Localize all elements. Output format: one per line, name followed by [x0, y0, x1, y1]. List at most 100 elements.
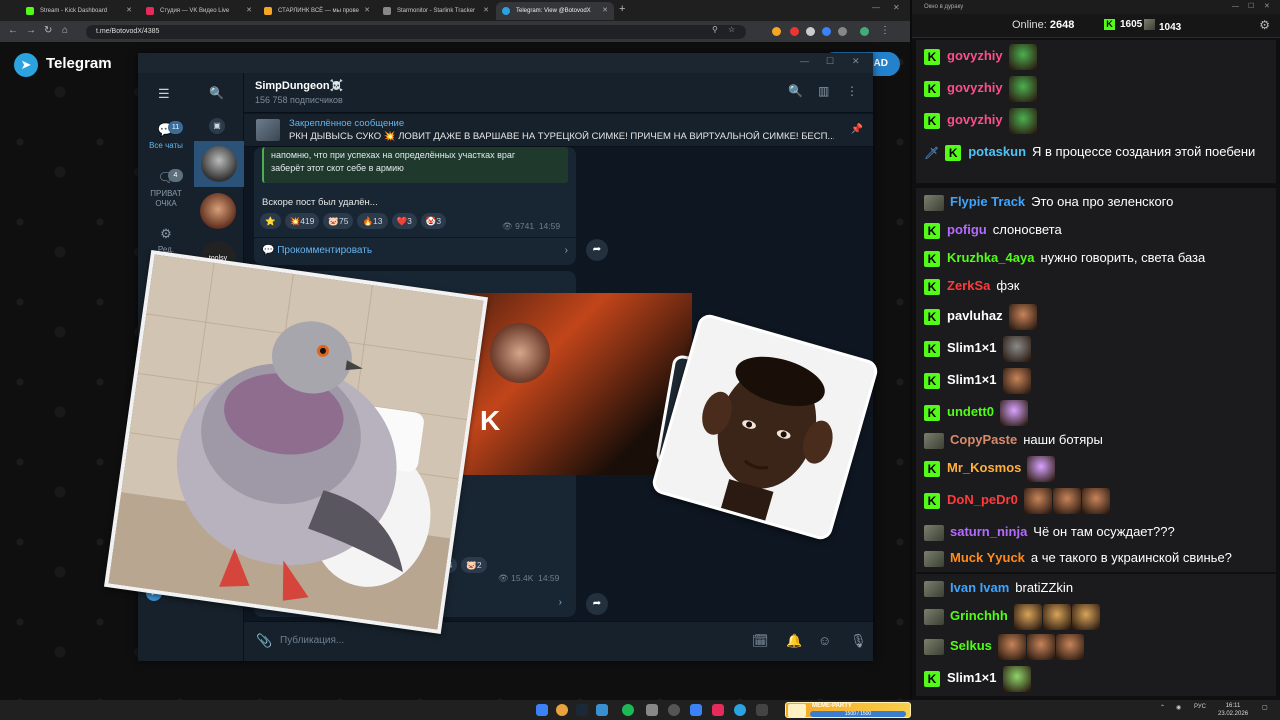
share-button[interactable]: ➦ — [586, 239, 608, 261]
chat-username[interactable]: Slim1×1 — [947, 372, 997, 387]
message-input[interactable]: Публикация... — [280, 635, 344, 646]
chat-username[interactable]: govyzhiy — [947, 112, 1003, 127]
close-icon[interactable]: ✕ — [126, 2, 132, 20]
dialog-simpdungeon[interactable] — [194, 141, 244, 187]
sidebar-toggle-icon[interactable]: ▥ — [818, 84, 829, 98]
browser-menu-icon[interactable]: ⋮ — [880, 25, 890, 36]
close-icon[interactable]: ✕ — [483, 2, 489, 20]
chat-username[interactable]: Mr_Kosmos — [947, 460, 1021, 475]
app-icon[interactable] — [712, 704, 724, 716]
chat-username[interactable]: Kruzhka_4aya — [947, 250, 1034, 265]
search-icon[interactable]: 🔍 — [209, 86, 224, 100]
reaction-fire[interactable]: 🔥13 — [357, 213, 388, 229]
app-icon[interactable] — [756, 704, 768, 716]
attach-icon[interactable]: 📎 — [256, 633, 272, 649]
forward-icon[interactable]: → — [26, 25, 36, 36]
back-icon[interactable]: ← — [8, 25, 18, 36]
chat-username[interactable]: govyzhiy — [947, 80, 1003, 95]
close-icon[interactable]: ✕ — [852, 56, 860, 67]
notifications-icon[interactable]: ▢ — [1262, 704, 1268, 711]
folder-private[interactable]: 🗨 4 ПРИВАТ ОЧКА — [138, 169, 194, 209]
clock[interactable]: 16:11 23.02.2026 — [1218, 702, 1248, 718]
chat-username[interactable]: govyzhiy — [947, 48, 1003, 63]
new-tab-icon[interactable]: + — [619, 3, 625, 15]
chat-username[interactable]: Flypie Track — [950, 194, 1025, 209]
obs-icon[interactable] — [668, 704, 680, 716]
tab-starlink[interactable]: СТАРЛИНК ВСЁ — мы прове ✕ — [258, 2, 376, 20]
profile-avatar-icon[interactable] — [860, 27, 869, 36]
close-icon[interactable]: ✕ — [1264, 0, 1270, 14]
chat-username[interactable]: Muck Yyuck — [950, 550, 1025, 565]
close-icon[interactable]: ✕ — [364, 2, 370, 20]
chat-username[interactable]: Slim1×1 — [947, 670, 997, 685]
search-icon[interactable]: 🔍 — [788, 84, 803, 98]
lang-indicator[interactable]: РУС — [1194, 704, 1206, 710]
app-icon[interactable] — [596, 704, 608, 716]
hamburger-menu-icon[interactable]: ☰ — [158, 86, 170, 102]
chat-name[interactable]: SimpDungeon☠️ — [255, 79, 343, 92]
reaction-clown[interactable]: 🤡3 — [420, 213, 447, 229]
dialog-avatar[interactable] — [200, 193, 236, 229]
extension-icon[interactable] — [790, 27, 799, 36]
chat-username[interactable]: pofigu — [947, 222, 987, 237]
chat-username[interactable]: CopyPaste — [950, 432, 1017, 447]
reaction-pig[interactable]: 🐷75 — [323, 213, 354, 229]
reaction-star[interactable]: ⭐ — [260, 213, 281, 229]
minimize-icon[interactable]: — — [872, 3, 880, 12]
bell-icon[interactable]: 🔔 — [786, 633, 802, 649]
chat-username[interactable]: DoN_peDr0 — [947, 492, 1018, 507]
microphone-icon[interactable]: 🎙 — [850, 633, 867, 649]
extension-icon[interactable] — [822, 27, 831, 36]
minimize-icon[interactable]: — — [1232, 0, 1239, 14]
pinned-message-bar[interactable]: Закреплённое сообщение РКН ДЫВЫСЬ СУКО 💥… — [244, 114, 873, 147]
reaction-heart[interactable]: ❤️3 — [391, 213, 417, 229]
folder-all-chats[interactable]: 💬 11 Все чаты — [138, 121, 194, 151]
chat-username[interactable]: ZerkSa — [947, 278, 990, 293]
schedule-calendar-icon[interactable]: 🗓 — [752, 633, 769, 649]
emoji-icon[interactable]: ☺ — [818, 633, 831, 648]
chat-username[interactable]: Selkus — [950, 638, 992, 653]
app-icon[interactable] — [690, 704, 702, 716]
steam-icon[interactable] — [576, 704, 588, 716]
reaction-pig[interactable]: 🐷2 — [461, 557, 487, 573]
pinned-list-icon[interactable]: 📌 — [851, 124, 863, 135]
maximize-icon[interactable]: ☐ — [1248, 0, 1254, 14]
app-icon[interactable] — [646, 704, 658, 716]
comment-link[interactable]: 💬 Прокомментировать — [262, 245, 372, 256]
close-window-icon[interactable]: ✕ — [893, 3, 900, 12]
bookmark-star-icon[interactable]: ☆ — [728, 25, 735, 34]
maximize-icon[interactable]: ☐ — [826, 56, 834, 67]
chat-username[interactable]: Grinchhh — [950, 608, 1008, 623]
extension-icon[interactable] — [772, 27, 781, 36]
chat-username[interactable]: undett0 — [947, 404, 994, 419]
zoom-icon[interactable]: ⚲ — [712, 25, 718, 34]
telegram-icon[interactable] — [734, 704, 746, 716]
extensions-puzzle-icon[interactable] — [838, 27, 847, 36]
chat-username[interactable]: pavluhaz — [947, 308, 1003, 323]
close-icon[interactable]: ✕ — [602, 2, 608, 20]
tab-vk-studio[interactable]: Студия — VK Видео Live ✕ — [140, 2, 258, 20]
tab-starmonitor[interactable]: Starmonitor - Starlink Tracker ✕ — [377, 2, 495, 20]
extension-icon[interactable] — [806, 27, 815, 36]
archive-icon[interactable]: ▣ — [209, 118, 225, 134]
chrome-icon[interactable] — [556, 704, 568, 716]
more-menu-icon[interactable]: ⋮ — [846, 84, 858, 98]
chat-username[interactable]: Slim1×1 — [947, 340, 997, 355]
reaction-boom[interactable]: 💥419 — [284, 213, 320, 229]
tab-kick-dashboard[interactable]: Stream - Kick Dashboard ✕ — [20, 2, 138, 20]
tab-telegram[interactable]: Telegram: View @BotovodX ✕ — [496, 2, 614, 20]
windows-start-icon[interactable] — [536, 704, 548, 716]
spotify-icon[interactable] — [622, 704, 634, 716]
close-icon[interactable]: ✕ — [246, 2, 252, 20]
chat-username[interactable]: potaskun — [968, 144, 1026, 159]
settings-gear-icon[interactable]: ⚙ — [1259, 18, 1270, 32]
tray-up-icon[interactable]: ⌃ — [1160, 704, 1165, 711]
chat-username[interactable]: Ivan Ivam — [950, 580, 1009, 595]
home-icon[interactable]: ⌂ — [62, 25, 68, 36]
minimize-icon[interactable]: — — [800, 56, 809, 66]
share-button[interactable]: ➦ — [586, 593, 608, 615]
tray-icon[interactable]: ◉ — [1176, 704, 1181, 711]
reload-icon[interactable]: ↻ — [44, 25, 52, 36]
url-field[interactable]: t.me/BotovodX/4385 — [86, 25, 746, 39]
chat-username[interactable]: saturn_ninja — [950, 524, 1027, 539]
